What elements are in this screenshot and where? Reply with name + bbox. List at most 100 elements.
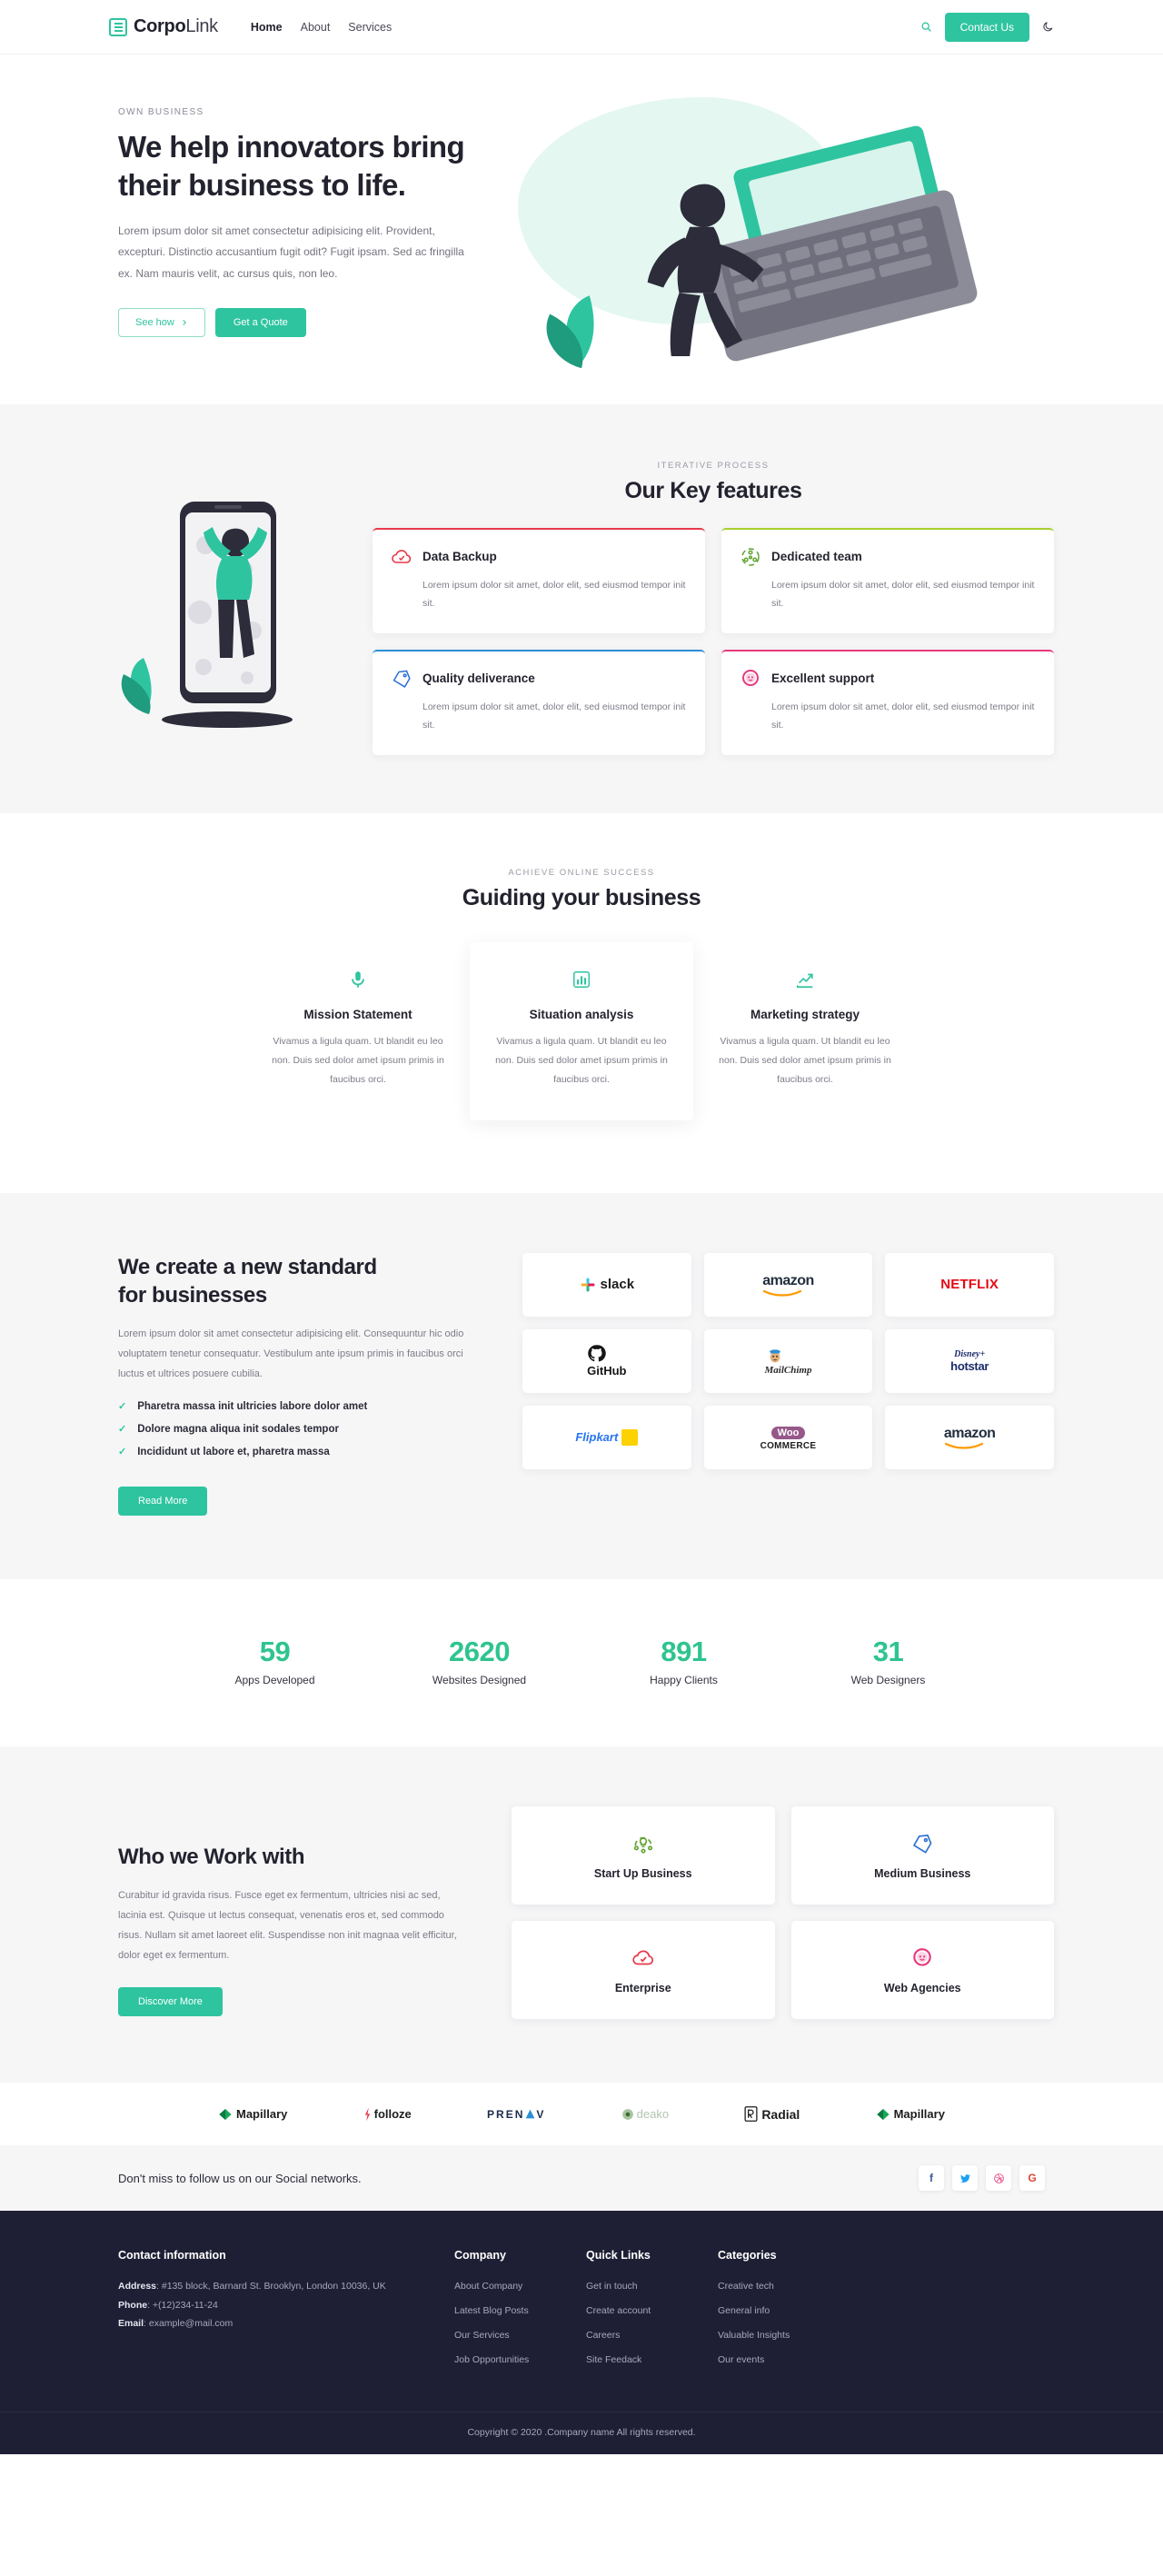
mapillary-icon bbox=[876, 2108, 890, 2120]
footer-phone-line: Phone: +(12)234-11-24 bbox=[118, 2296, 454, 2314]
brand-name-bold: Corpo bbox=[134, 16, 186, 36]
logo-card-slack[interactable]: slack bbox=[522, 1252, 691, 1317]
partner-logo-deako[interactable]: deako bbox=[621, 2107, 669, 2121]
features-heading: ITERATIVE PROCESS Our Key features bbox=[373, 461, 1054, 504]
mailchimp-icon bbox=[769, 1349, 780, 1363]
hero-section: OWN BUSINESS We help innovators bring th… bbox=[0, 55, 1163, 404]
facebook-icon[interactable]: f bbox=[919, 2165, 944, 2192]
footer-link[interactable]: Job Opportunities bbox=[454, 2354, 529, 2365]
workwith-card-enterprise[interactable]: Enterprise bbox=[512, 1921, 775, 2020]
footer-link[interactable]: General info bbox=[718, 2305, 770, 2316]
footer-link[interactable]: Valuable Insights bbox=[718, 2330, 790, 2341]
moon-icon[interactable] bbox=[1042, 21, 1054, 33]
workwith-title: Who we Work with bbox=[118, 1845, 305, 1870]
footer-column-heading: Categories bbox=[718, 2249, 777, 2263]
nav-item-services[interactable]: Services bbox=[348, 21, 392, 34]
feature-title: Data Backup bbox=[422, 550, 497, 564]
search-icon[interactable] bbox=[920, 21, 932, 33]
check-icon: ✓ bbox=[118, 1424, 127, 1436]
feature-desc: Lorem ipsum dolor sit amet, dolor elit, … bbox=[771, 579, 1035, 609]
workwith-card-label: Enterprise bbox=[614, 1981, 671, 1994]
google-icon[interactable]: G bbox=[1019, 2165, 1045, 2192]
guiding-card-desc: Vivamus a ligula quam. Ut blandit eu leo… bbox=[272, 1035, 444, 1085]
footer-link[interactable]: Create account bbox=[586, 2305, 651, 2316]
chevron-right-icon bbox=[183, 319, 186, 326]
logo-card-woocommerce[interactable]: Woo COMMERCE bbox=[703, 1405, 873, 1469]
feature-card-excellent-support[interactable]: Excellent support Lorem ipsum dolor sit … bbox=[721, 649, 1054, 755]
workwith-card-grid: Start Up Business Medium Business Enterp… bbox=[512, 1806, 1054, 2020]
partner-logo-mapillary-2[interactable]: Mapillary bbox=[876, 2107, 945, 2122]
guiding-section: ACHIEVE ONLINE SUCCESS Guiding your busi… bbox=[0, 812, 1163, 1193]
hero-title: We help innovators bring their business … bbox=[118, 128, 500, 204]
footer-copyright: Copyright © 2020 .Company name All right… bbox=[0, 2412, 1163, 2454]
logo-card-flipkart[interactable]: Flipkart bbox=[522, 1405, 691, 1469]
logo-card-disney-hotstar[interactable]: Disney+ hotstar bbox=[885, 1328, 1054, 1393]
standard-title: We create a new standard for businesses bbox=[118, 1253, 468, 1309]
footer-email-value: : example@mail.com bbox=[144, 2318, 234, 2330]
logo-card-amazon-2[interactable]: amazon bbox=[885, 1405, 1054, 1469]
workwith-card-start-up-business[interactable]: Start Up Business bbox=[512, 1806, 775, 1905]
standard-bullet-list: ✓ Pharetra massa init ultricies labore do… bbox=[118, 1400, 468, 1458]
footer-link[interactable]: Get in touch bbox=[586, 2281, 638, 2292]
partner-logo-mapillary[interactable]: Mapillary bbox=[218, 2107, 287, 2122]
list-item: Job Opportunities bbox=[454, 2351, 586, 2367]
stat-value: 59 bbox=[259, 1636, 291, 1668]
guiding-card-desc: Vivamus a ligula quam. Ut blandit eu leo… bbox=[719, 1035, 891, 1085]
logo-label: COMMERCE bbox=[760, 1440, 817, 1451]
stats-section: 59 Apps Developed 2620 Websites Designed… bbox=[0, 1579, 1163, 1747]
logo-label: amazon bbox=[943, 1425, 996, 1441]
flipkart-cart-icon bbox=[621, 1428, 639, 1446]
workwith-card-web-agencies[interactable]: Web Agencies bbox=[790, 1921, 1054, 2020]
discover-more-button[interactable]: Discover More bbox=[118, 1987, 223, 2017]
partner-label: Mapillary bbox=[236, 2107, 288, 2122]
partner-logo-radial[interactable]: Radial bbox=[744, 2106, 800, 2123]
guiding-card-title: Situation analysis bbox=[529, 1007, 634, 1021]
feature-card-dedicated-team[interactable]: Dedicated team Lorem ipsum dolor sit ame… bbox=[721, 527, 1054, 633]
workwith-card-label: Medium Business bbox=[874, 1866, 971, 1880]
footer-link[interactable]: Our events bbox=[718, 2354, 764, 2365]
radial-icon bbox=[744, 2106, 758, 2123]
contact-us-button[interactable]: Contact Us bbox=[944, 12, 1029, 42]
guiding-eyebrow: ACHIEVE ONLINE SUCCESS bbox=[508, 867, 655, 878]
feature-card-data-backup[interactable]: Data Backup Lorem ipsum dolor sit amet, … bbox=[373, 527, 705, 633]
feature-desc: Lorem ipsum dolor sit amet, dolor elit, … bbox=[422, 579, 686, 609]
brand-logo[interactable]: CorpoLink bbox=[109, 16, 218, 37]
logo-label: slack bbox=[600, 1277, 635, 1293]
nav-item-about[interactable]: About bbox=[301, 21, 331, 34]
footer-link[interactable]: Careers bbox=[586, 2330, 620, 2341]
partner-logo-folloze[interactable]: folloze bbox=[363, 2107, 412, 2122]
standard-paragraph: Lorem ipsum dolor sit amet consectetur a… bbox=[118, 1328, 464, 1380]
logo-card-mailchimp[interactable]: MailChimp bbox=[703, 1328, 873, 1393]
guiding-card-marketing-strategy[interactable]: Marketing strategy Vivamus a ligula quam… bbox=[693, 942, 917, 1120]
logo-card-github[interactable]: GitHub bbox=[522, 1328, 691, 1393]
who-we-work-with-section: Who we Work with Curabitur id gravida ri… bbox=[0, 1746, 1163, 2084]
footer-link[interactable]: About Company bbox=[454, 2281, 522, 2292]
guiding-card-situation-analysis[interactable]: Situation analysis Vivamus a ligula quam… bbox=[470, 941, 693, 1120]
partner-logo-prenav[interactable]: PREN V bbox=[487, 2108, 545, 2121]
footer-phone-value: : +(12)234-11-24 bbox=[147, 2299, 218, 2311]
footer-link[interactable]: Our Services bbox=[454, 2330, 510, 2341]
footer-phone-label: Phone bbox=[118, 2299, 148, 2311]
nav-item-home[interactable]: Home bbox=[251, 21, 283, 34]
github-icon bbox=[588, 1345, 606, 1362]
see-how-button[interactable]: See how bbox=[118, 307, 205, 337]
list-item: About Company bbox=[454, 2277, 586, 2293]
footer-link[interactable]: Creative tech bbox=[718, 2281, 774, 2292]
logo-card-netflix[interactable]: NETFLIX bbox=[885, 1252, 1054, 1317]
get-a-quote-button[interactable]: Get a Quote bbox=[214, 307, 306, 337]
footer-column-heading: Quick Links bbox=[586, 2249, 651, 2263]
check-icon: ✓ bbox=[118, 1401, 127, 1413]
workwith-card-medium-business[interactable]: Medium Business bbox=[790, 1806, 1054, 1905]
support-agent-icon bbox=[910, 1946, 934, 1970]
footer-link[interactable]: Latest Blog Posts bbox=[454, 2305, 529, 2316]
logo-label: NETFLIX bbox=[940, 1277, 999, 1293]
read-more-button[interactable]: Read More bbox=[118, 1487, 208, 1517]
logo-card-amazon[interactable]: amazon bbox=[703, 1252, 873, 1317]
dribbble-icon[interactable] bbox=[986, 2165, 1011, 2192]
twitter-icon[interactable] bbox=[952, 2165, 978, 2192]
feature-card-quality-deliverance[interactable]: Quality deliverance Lorem ipsum dolor si… bbox=[373, 649, 705, 755]
hero-title-line1: We help innovators bring bbox=[118, 130, 465, 164]
guiding-card-mission-statement[interactable]: Mission Statement Vivamus a ligula quam.… bbox=[246, 942, 470, 1120]
stat-value: 2620 bbox=[449, 1636, 510, 1668]
footer-link[interactable]: Site Feedack bbox=[586, 2354, 641, 2365]
